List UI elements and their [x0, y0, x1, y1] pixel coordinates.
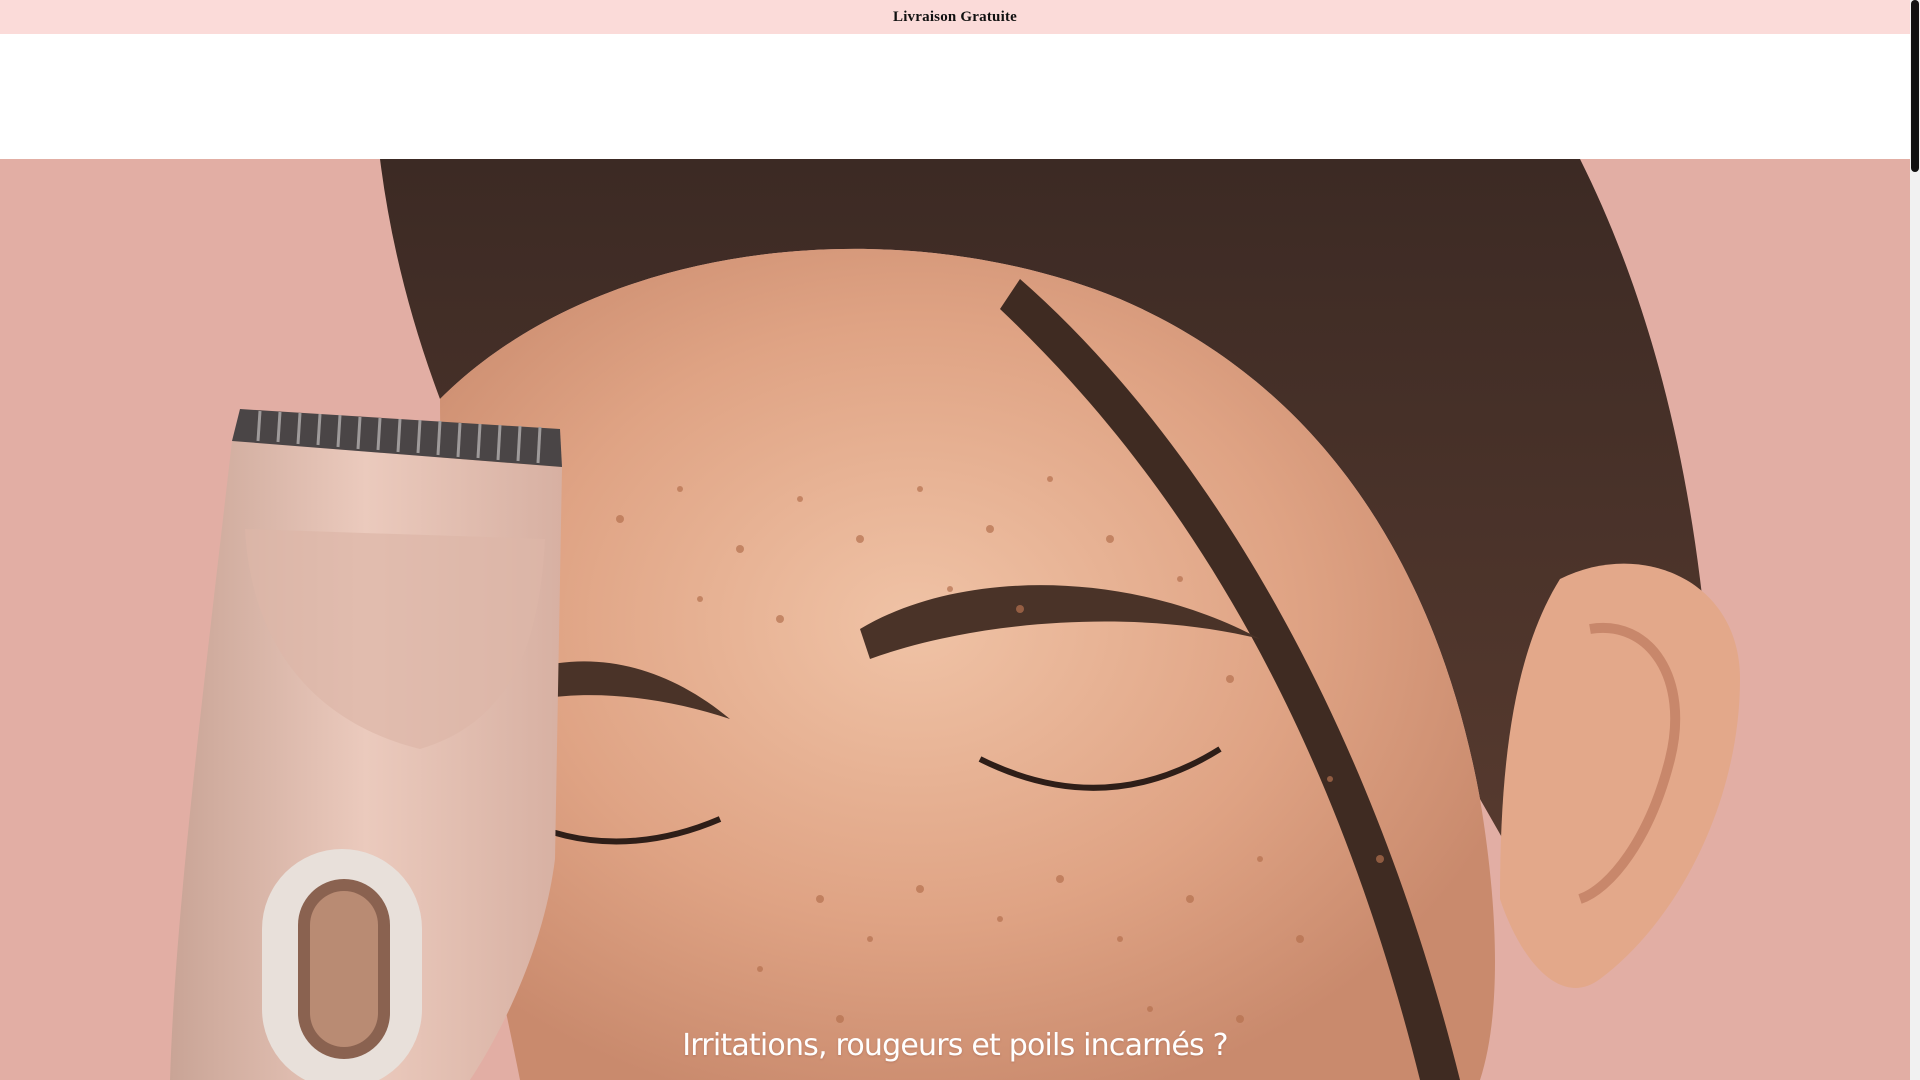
announcement-bar: Livraison Gratuite: [0, 0, 1910, 34]
page-viewport: Livraison Gratuite Irritations, rougeurs…: [0, 0, 1910, 1080]
hero-image: [0, 159, 1910, 1080]
hero-heading: Irritations, rougeurs et poils incarnés …: [682, 1028, 1228, 1063]
trimmer-product: [170, 409, 562, 1080]
hero-banner: Irritations, rougeurs et poils incarnés …: [0, 159, 1910, 1080]
announcement-text: Livraison Gratuite: [892, 8, 1017, 25]
site-header: [0, 34, 1910, 159]
scrollbar-thumb[interactable]: [1911, 0, 1919, 172]
